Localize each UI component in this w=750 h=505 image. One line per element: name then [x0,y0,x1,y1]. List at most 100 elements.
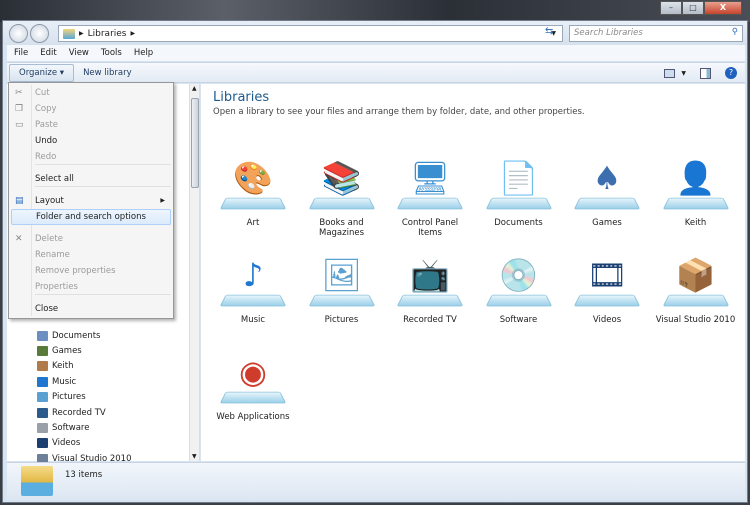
library-recorded-tv[interactable]: 📺 Recorded TV [390,249,470,325]
menu-item-properties[interactable]: Properties [11,279,171,295]
library-icon: ♠ [572,152,642,212]
library-icon: 📚 [307,152,377,212]
library-icon: 🖼 [307,249,377,309]
library-documents[interactable]: 📄 Documents [479,152,559,228]
nav-item-pictures[interactable]: Pictures [37,390,131,405]
nav-item-label: Documents [52,330,101,341]
menu-help[interactable]: Help [134,48,153,58]
close-button[interactable]: X [704,1,742,15]
back-button[interactable] [9,24,28,43]
maximize-button[interactable]: □ [682,1,704,15]
copy-icon: ❐ [15,104,24,114]
menu-view[interactable]: View [69,48,89,58]
view-dropdown-icon[interactable]: ▼ [681,70,686,77]
nav-item-documents[interactable]: Documents [37,328,131,343]
library-label: Books and Magazines [318,218,364,238]
library-label: Videos [592,315,622,325]
scroll-up-icon[interactable]: ▲ [192,85,197,92]
forward-button[interactable] [30,24,49,43]
library-icon [37,423,48,434]
library-label: Games [592,218,622,228]
library-web-applications[interactable]: ◉ Web Applications [213,346,293,422]
nav-item-games[interactable]: Games [37,343,131,358]
menu-item-undo[interactable]: Undo [11,133,171,149]
nav-item-recorded-tv[interactable]: Recorded TV [37,405,131,420]
menu-bar: File Edit View Tools Help [7,45,745,61]
nav-item-keith[interactable]: Keith [37,359,131,374]
change-view-icon[interactable] [664,68,676,78]
menu-item-delete[interactable]: ✕ Delete [11,231,171,247]
library-control-panel-items[interactable]: 🖥 Control Panel Items [390,152,470,238]
scroll-down-icon[interactable]: ▼ [192,453,197,460]
menu-item-remove-properties[interactable]: Remove properties [11,263,171,279]
menu-item-label: Undo [35,136,58,146]
nav-item-music[interactable]: Music [37,374,131,389]
menu-item-label: Redo [35,152,57,162]
library-icon [37,346,48,357]
menu-item-close[interactable]: Close [11,301,171,317]
library-games[interactable]: ♠ Games [567,152,647,228]
libraries-icon [21,466,53,496]
menu-item-label: Folder and search options [36,212,146,222]
library-label: Software [499,315,538,325]
library-visual-studio-2010[interactable]: 📦 Visual Studio 2010 [656,249,736,325]
minimize-button[interactable]: – [660,1,682,15]
library-icon [37,361,48,372]
refresh-icon[interactable]: ⇆ [545,26,553,37]
library-label: Visual Studio 2010 [655,315,736,325]
organize-menu: ✂ Cut ❐ Copy ▭ Paste Undo Redo Select all ▤ Layout… [8,82,174,319]
breadcrumb-chevron-icon[interactable]: ▶ [131,30,136,37]
library-icon [37,392,48,403]
library-software[interactable]: 💿 Software [479,249,559,325]
library-icon: 🎞 [572,249,642,309]
menu-item-label: Close [35,304,59,314]
library-label: Web Applications [216,412,290,422]
menu-item-cut[interactable]: ✂ Cut [11,85,171,101]
nav-item-software[interactable]: Software [37,420,131,435]
nav-item-videos[interactable]: Videos [37,436,131,451]
menu-item-layout[interactable]: ▤ Layout ▶ [11,193,171,209]
nav-item-label: Recorded TV [52,407,106,418]
menu-item-label: Remove properties [35,266,116,276]
library-icon [37,330,48,341]
library-icon: 👤 [661,152,731,212]
menu-item-copy[interactable]: ❐ Copy [11,101,171,117]
preview-pane-icon[interactable] [700,67,711,79]
menu-item-label: Cut [35,88,50,98]
page-subtitle: Open a library to see your files and arr… [213,107,585,117]
menu-item-select-all[interactable]: Select all [11,171,171,187]
scrollbar-thumb[interactable] [191,98,199,188]
library-art[interactable]: 🎨 Art [213,152,293,228]
breadcrumb-libraries[interactable]: Libraries [88,29,127,39]
library-videos[interactable]: 🎞 Videos [567,249,647,325]
address-input[interactable]: ▶ Libraries ▶ ▼ [58,25,563,42]
library-icon: ◉ [218,346,288,406]
libraries-folder-icon [63,28,75,39]
nav-item-label: Keith [52,361,74,372]
library-pictures[interactable]: 🖼 Pictures [302,249,382,325]
menu-edit[interactable]: Edit [40,48,56,58]
menu-item-rename[interactable]: Rename [11,247,171,263]
navigation-scrollbar[interactable]: ▲ ▼ [189,84,199,461]
item-count: 13 items [65,470,103,480]
library-icon [37,407,48,418]
menu-item-paste[interactable]: ▭ Paste [11,117,171,133]
menu-file[interactable]: File [14,48,28,58]
search-input[interactable]: Search Libraries ⚲ [569,25,743,42]
library-icon [37,438,48,449]
menu-item-redo[interactable]: Redo [11,149,171,165]
library-books-and-magazines[interactable]: 📚 Books and Magazines [302,152,382,238]
library-keith[interactable]: 👤 Keith [656,152,736,228]
organize-button[interactable]: Organize ▾ [9,63,75,82]
menu-item-label: Properties [35,282,78,292]
menu-tools[interactable]: Tools [101,48,122,58]
menu-item-folder-and-search-options[interactable]: Folder and search options [11,209,171,225]
library-label: Pictures [324,315,359,325]
content-pane: Libraries Open a library to see your fil… [201,84,745,461]
menu-item-label: Select all [35,174,74,184]
library-label: Recorded TV [403,315,457,325]
library-icon: 🎨 [218,152,288,212]
library-music[interactable]: ♪ Music [213,249,293,325]
help-icon[interactable]: ? [725,67,737,79]
new-library-button[interactable]: New library [74,65,141,81]
